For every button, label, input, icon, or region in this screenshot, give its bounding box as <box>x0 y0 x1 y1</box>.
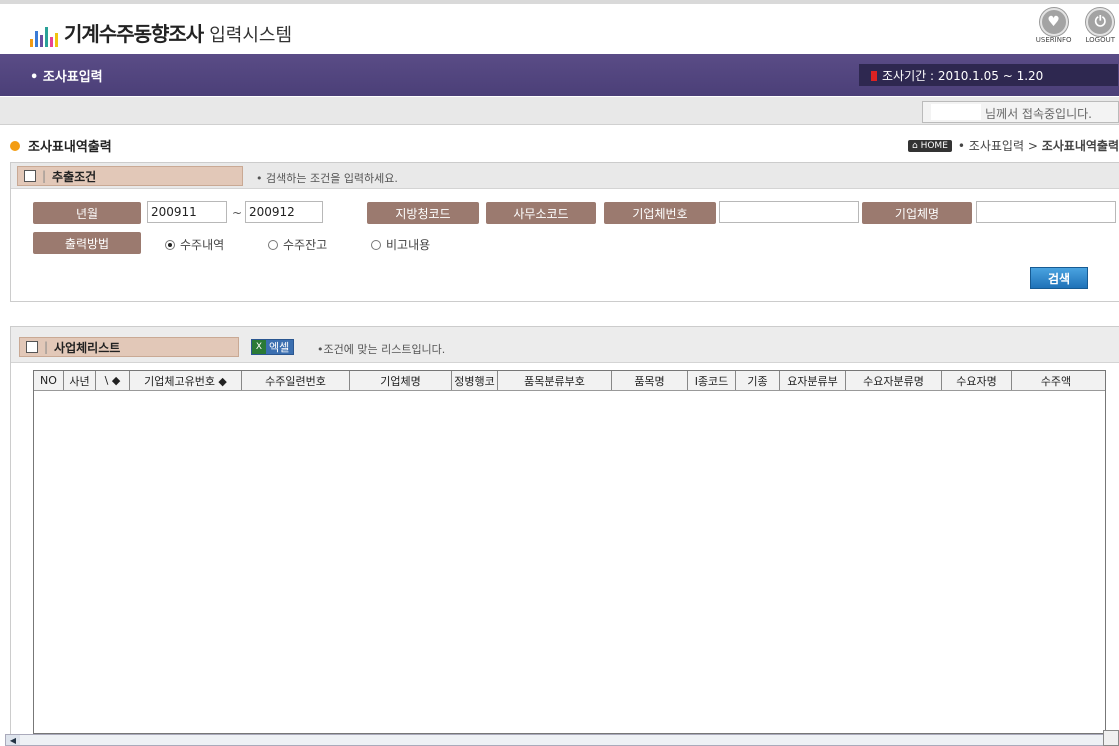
survey-period: 조사기간 : 2010.1.05 ~ 1.20 <box>859 64 1118 86</box>
page-title: 조사표내역출력 <box>10 136 112 155</box>
col-item-code[interactable]: 품목분류부호 <box>498 371 612 390</box>
breadcrumb-parent[interactable]: 조사표입력 <box>969 137 1024 154</box>
power-icon: ⏻ <box>1086 8 1115 36</box>
col-order-serial[interactable]: 수주일련번호 <box>242 371 350 390</box>
col-company-id[interactable]: 기업체고유번호 ◆ <box>130 371 242 390</box>
logout-label: LOGOUT <box>1085 36 1116 44</box>
col-type-code[interactable]: I종코드 <box>688 371 736 390</box>
col-company-name[interactable]: 기업체명 <box>350 371 452 390</box>
search-conditions-tab: | 추출조건 <box>17 166 243 186</box>
business-list-tab: | 사업체리스트 <box>19 337 239 357</box>
top-header: 기계수주동향조사 입력시스템 ♥ USERINFO ⏻ LOGOUT <box>0 0 1119 56</box>
title-bullet-icon <box>10 140 20 151</box>
user-name-field <box>931 104 981 120</box>
radio-label: 수주잔고 <box>283 238 328 252</box>
scroll-corner <box>1103 730 1119 746</box>
from-month-input[interactable] <box>147 201 227 223</box>
col-model[interactable]: 기종 <box>736 371 780 390</box>
col-demander-class[interactable]: 요자분류부 <box>780 371 846 390</box>
scroll-left-icon[interactable]: ◀ <box>6 735 20 745</box>
company-number-label: 기업체번호 <box>604 202 716 224</box>
page-title-text: 조사표내역출력 <box>28 140 112 155</box>
radio-order-details[interactable]: 수주내역 <box>165 236 224 253</box>
search-hint: • 검색하는 조건을 입력하세요. <box>256 172 398 185</box>
radio-unselected-icon <box>268 239 278 250</box>
col-demander-class-name[interactable]: 수요자분류명 <box>846 371 942 390</box>
breadcrumb-sep: • <box>957 138 965 153</box>
range-tilde: ~ <box>232 206 243 220</box>
search-panel-header: | 추출조건 • 검색하는 조건을 입력하세요. <box>11 163 1119 189</box>
app-subtitle: 입력시스템 <box>209 25 293 46</box>
logout-button[interactable]: ⏻ LOGOUT <box>1085 8 1116 44</box>
list-hint: •조건에 맞는 리스트입니다. <box>317 343 446 356</box>
company-number-input[interactable] <box>719 201 859 223</box>
business-list-title: 사업체리스트 <box>54 340 121 355</box>
logo-bars-icon <box>30 25 58 47</box>
user-status-text: 님께서 접속중입니다. <box>985 107 1092 121</box>
list-panel-header: | 사업체리스트 X 엑셀 •조건에 맞는 리스트입니다. <box>11 327 1119 363</box>
radio-label: 비고내용 <box>386 238 431 252</box>
period-text: 조사기간 : 2010.1.05 ~ 1.20 <box>882 69 1044 83</box>
table-header-row: NO 사년 \ ◆ 기업체고유번호 ◆ 수주일련번호 기업체명 정병행코 품목분… <box>34 371 1105 391</box>
search-panel: | 추출조건 • 검색하는 조건을 입력하세요. <box>10 162 1119 302</box>
app-title: 기계수주동향조사 <box>64 22 204 46</box>
search-doc-icon <box>24 170 36 182</box>
period-marker-icon <box>871 71 877 81</box>
breadcrumb-current: 조사표내역출력 <box>1041 139 1119 153</box>
userinfo-button[interactable]: ♥ USERINFO <box>1036 8 1072 44</box>
results-table: NO 사년 \ ◆ 기업체고유번호 ◆ 수주일련번호 기업체명 정병행코 품목분… <box>33 370 1106 734</box>
list-window-icon <box>26 341 38 353</box>
company-name-label: 기업체명 <box>862 202 972 224</box>
user-icon: ♥ <box>1039 8 1068 36</box>
breadcrumb-sep: > <box>1027 138 1038 153</box>
home-link[interactable]: ⌂ HOME <box>908 139 952 152</box>
radio-label: 수주내역 <box>180 238 225 252</box>
user-status-box: 님께서 접속중입니다. <box>922 101 1119 123</box>
nav-title[interactable]: • 조사표입력 <box>30 66 103 85</box>
company-name-input[interactable] <box>976 201 1116 223</box>
col-order-amount[interactable]: 수주액 <box>1012 371 1100 390</box>
breadcrumb: ⌂ HOME • 조사표입력 > 조사표내역출력 <box>908 137 1119 154</box>
office-code-button[interactable]: 사무소코드 <box>486 202 596 224</box>
col-parallel[interactable]: 정병행코 <box>452 371 498 390</box>
output-method-label: 출력방법 <box>33 232 141 254</box>
excel-icon: X <box>252 340 266 354</box>
excel-label: 엑셀 <box>269 341 290 354</box>
app-logo[interactable]: 기계수주동향조사 입력시스템 <box>30 18 292 47</box>
col-no[interactable]: NO <box>34 371 64 390</box>
excel-export-button[interactable]: X 엑셀 <box>251 339 295 355</box>
radio-remarks[interactable]: 비고내용 <box>371 236 430 253</box>
search-conditions-title: 추출조건 <box>52 169 97 184</box>
search-button[interactable]: 검색 <box>1030 267 1088 289</box>
horizontal-scrollbar[interactable]: ◀ <box>5 734 1107 746</box>
col-year[interactable]: 사년 <box>64 371 96 390</box>
userinfo-label: USERINFO <box>1035 36 1072 44</box>
year-month-label: 년월 <box>33 202 141 224</box>
radio-unselected-icon <box>371 239 381 250</box>
radio-order-balance[interactable]: 수주잔고 <box>268 236 327 253</box>
col-item-name[interactable]: 품목명 <box>612 371 688 390</box>
radio-selected-icon <box>165 239 175 250</box>
to-month-input[interactable] <box>245 201 323 223</box>
col-sort[interactable]: \ ◆ <box>96 371 130 390</box>
col-demander-name[interactable]: 수요자명 <box>942 371 1012 390</box>
region-code-button[interactable]: 지방청코드 <box>367 202 479 224</box>
